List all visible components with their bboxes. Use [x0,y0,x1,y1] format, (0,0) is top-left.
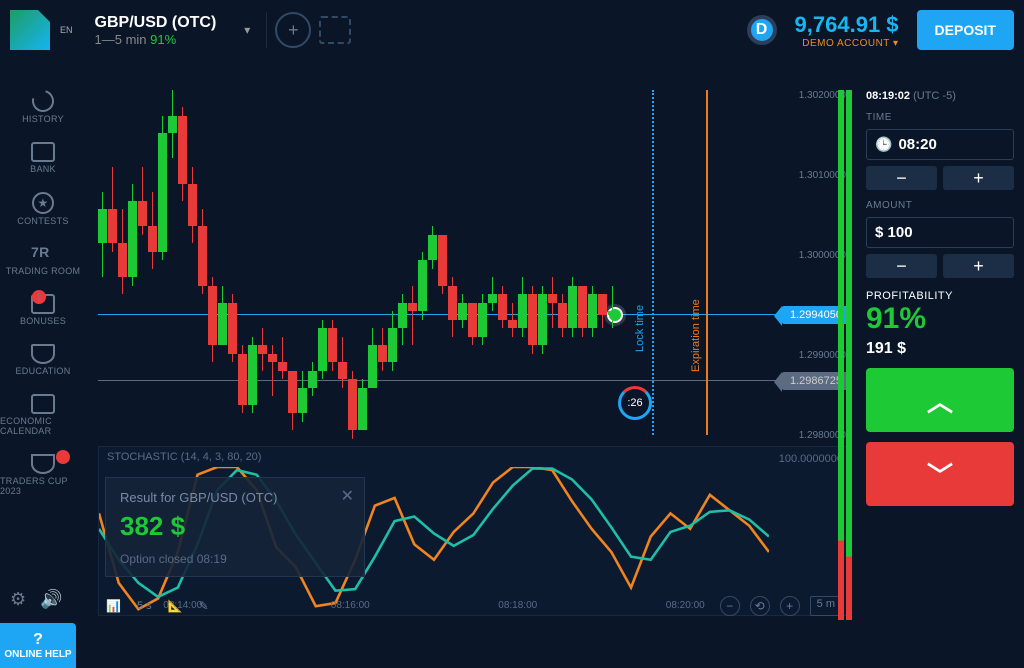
time-plus-button[interactable]: + [943,166,1014,190]
candlesticks [98,90,638,430]
nav-calendar[interactable]: ECONOMIC CALENDAR [0,394,86,436]
amount-plus-button[interactable]: + [943,254,1014,278]
nav-bonuses[interactable]: 1BONUSES [20,294,66,326]
nav-history[interactable]: HISTORY [22,90,64,124]
chevron-down-icon[interactable]: ▾ [244,23,250,37]
result-value: 382 $ [120,511,350,542]
instrument-subtitle: 1—5 min 91% [95,32,217,47]
app-logo[interactable] [10,10,50,50]
layout-button[interactable] [319,16,351,44]
drawing-icon[interactable]: ✎ [199,599,209,613]
amount-label: AMOUNT [866,200,1014,211]
profit-percent: 91% [866,302,1014,336]
badge: 1 [32,290,46,304]
sound-icon[interactable]: 🔊 [40,589,62,610]
result-heading: Result for GBP/USD (OTC) [120,490,350,505]
balance-amount: 9,764.91 $ [795,12,899,38]
lock-time-line [652,90,654,435]
wallet-icon [31,142,55,162]
time-input[interactable]: 🕒08:20 [866,129,1014,160]
profit-value: 191 $ [866,340,1014,358]
balance-block[interactable]: 9,764.91 $ DEMO ACCOUNT ▾ [785,12,909,49]
clock-icon: 🕒 [875,136,892,153]
chevron-down-icon: ﹀ [927,456,953,493]
time-minus-button[interactable]: − [866,166,937,190]
indicator-value: 100.0000000 [779,453,843,465]
chart-toolbar: 📊 5 s 📐 ✎ − ⟲ + 5 m [98,592,850,620]
history-icon [28,86,58,116]
top-bar: EN GBP/USD (OTC) 1—5 min 91% ▾ + D 9,764… [0,0,1024,60]
close-icon[interactable]: ✕ [341,486,354,506]
chevron-up-icon: ︿ [927,382,953,419]
reset-zoom-icon[interactable]: ⟲ [750,596,770,616]
zoom-out-icon[interactable]: − [720,596,740,616]
indicator-title: STOCHASTIC (14, 4, 3, 80, 20) [107,451,261,463]
amount-input[interactable]: $ 100 [866,217,1014,248]
indicators-icon[interactable]: 📐 [168,599,183,613]
nav-bottom: ⚙ 🔊 [10,589,63,610]
profitability-block: PROFITABILITY 91% 191 $ [866,290,1014,358]
graduation-icon [31,344,55,364]
badge-dot [56,450,70,464]
deposit-button[interactable]: DEPOSIT [917,10,1014,50]
account-label: DEMO ACCOUNT ▾ [795,38,899,49]
trade-panel: 08:19:02 (UTC -5) TIME 🕒08:20 − + AMOUNT… [866,90,1014,506]
chart-type-icon[interactable]: 📊 [106,599,121,613]
put-button[interactable]: ﹀ [866,442,1014,506]
instrument-name: GBP/USD (OTC) [95,14,217,32]
server-time: 08:19:02 (UTC -5) [866,90,1014,102]
help-button[interactable]: ? ONLINE HELP [0,623,76,668]
chart-area: 1.3020000 1.3010000 1.3000000 1.2990000 … [98,90,850,620]
divider [266,12,267,48]
indicator-panel[interactable]: STOCHASTIC (14, 4, 3, 80, 20) 100.000000… [98,446,850,616]
calendar-icon [31,394,55,414]
tr-icon: 7R [31,244,55,264]
left-nav: HISTORY BANK ★CONTESTS 7RTRADING ROOM 1B… [0,90,86,496]
instrument-selector[interactable]: GBP/USD (OTC) 1—5 min 91% [83,14,229,47]
amount-minus-button[interactable]: − [866,254,937,278]
nav-traders-cup[interactable]: TRADERS CUP 2023 [0,454,86,496]
add-tab-button[interactable]: + [275,12,311,48]
candle-interval[interactable]: 5 s [137,600,152,612]
time-label: TIME [866,112,1014,123]
result-sub: Option closed 08:19 [120,552,350,566]
settings-icon[interactable]: ⚙ [10,589,26,610]
expiration-label: Expiration time [690,299,702,372]
price-chart[interactable]: 1.3020000 1.3010000 1.3000000 1.2990000 … [98,90,850,435]
zoom-in-icon[interactable]: + [780,596,800,616]
nav-education[interactable]: EDUCATION [15,344,70,376]
language-selector[interactable]: EN [58,23,75,37]
nav-contests[interactable]: ★CONTESTS [17,192,68,226]
nav-trading-room[interactable]: 7RTRADING ROOM [6,244,81,276]
expiration-line [706,90,708,435]
star-icon: ★ [32,192,54,214]
call-button[interactable]: ︿ [866,368,1014,432]
sentiment-bar [838,90,844,620]
trophy-icon [31,454,55,474]
nav-bank[interactable]: BANK [30,142,56,174]
result-toast: ✕ Result for GBP/USD (OTC) 382 $ Option … [105,477,365,577]
account-badge[interactable]: D [747,15,777,45]
